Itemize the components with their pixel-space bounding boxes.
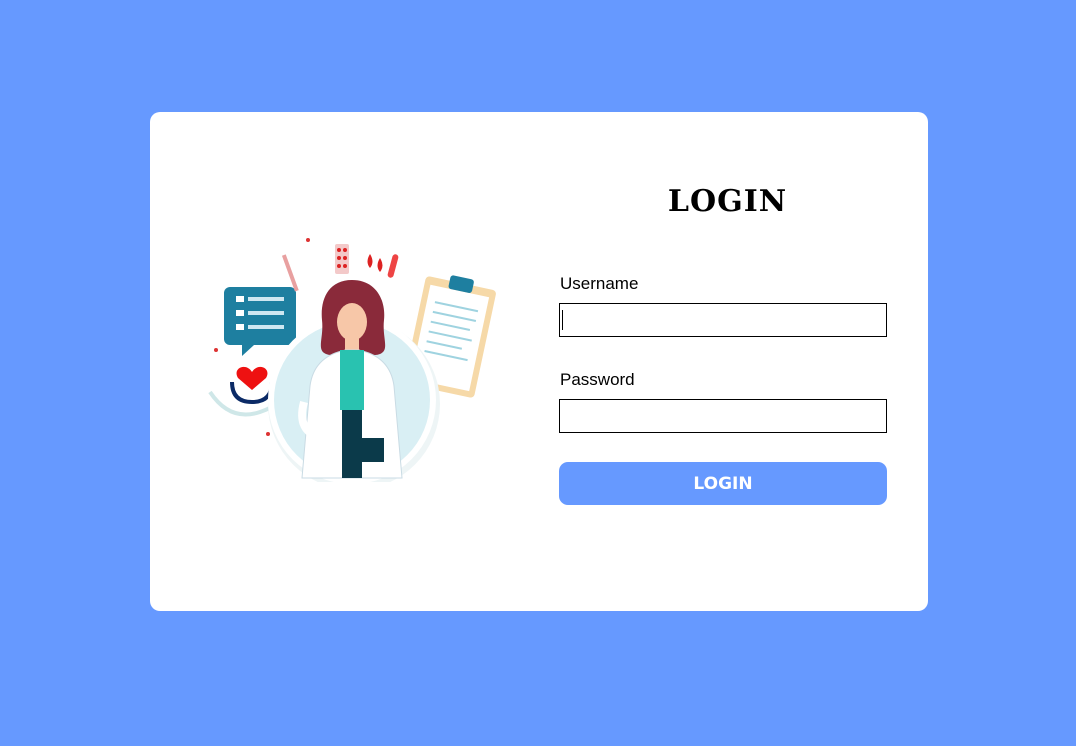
text-cursor bbox=[562, 310, 563, 330]
password-label: Password bbox=[560, 370, 635, 389]
doctor-illustration bbox=[208, 238, 496, 482]
login-button[interactable]: LOGIN bbox=[559, 462, 887, 505]
chat-bubble-icon bbox=[224, 287, 296, 356]
username-label: Username bbox=[560, 274, 639, 293]
password-input[interactable] bbox=[559, 399, 887, 433]
username-input[interactable] bbox=[559, 303, 887, 337]
doctor-figure bbox=[298, 280, 403, 479]
login-card: LOGIN Username Password LOGIN bbox=[150, 112, 928, 611]
login-title: LOGIN bbox=[667, 184, 788, 219]
